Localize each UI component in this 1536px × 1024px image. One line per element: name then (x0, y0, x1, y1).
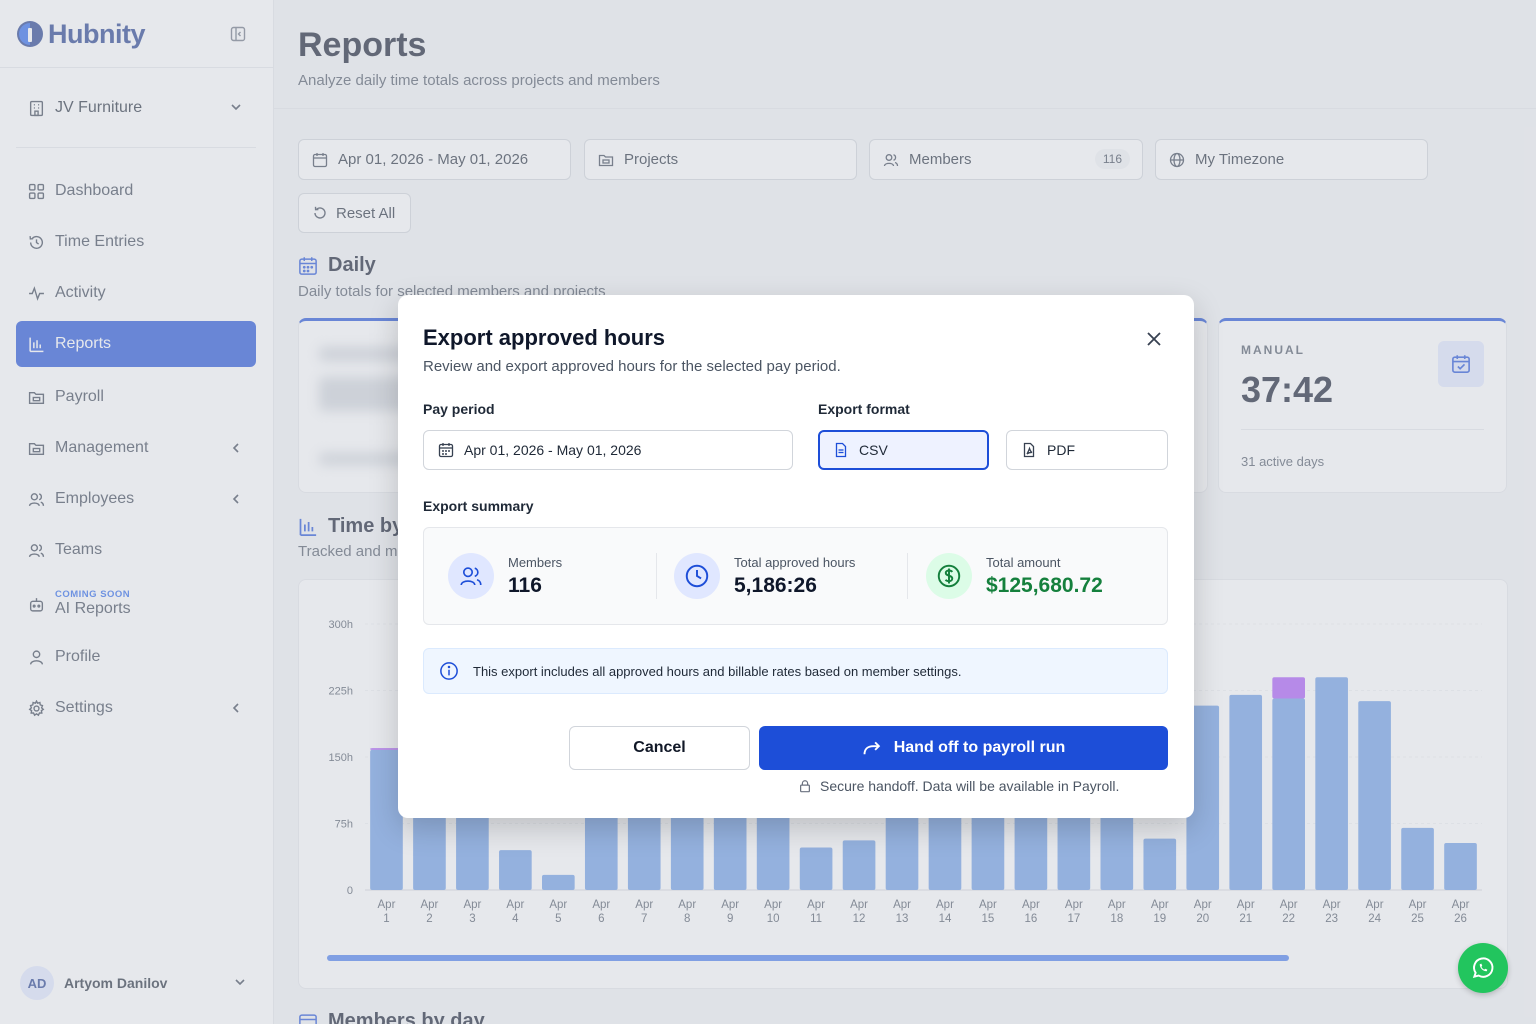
hours-label: Total approved hours (734, 554, 856, 570)
summary-divider (907, 553, 908, 599)
file-text-icon (835, 442, 847, 458)
clock-icon (674, 553, 720, 599)
file-pdf-icon (1023, 442, 1035, 458)
cancel-button[interactable]: Cancel (569, 726, 750, 770)
export-summary-label: Export summary (423, 498, 534, 514)
modal-subtitle: Review and export approved hours for the… (423, 358, 841, 375)
info-icon (440, 662, 458, 680)
summary-amount: Total amount $125,680.72 (926, 553, 1103, 599)
export-format-label: Export format (818, 401, 910, 417)
info-text: This export includes all approved hours … (473, 663, 962, 679)
format-pdf-option[interactable]: PDF (1006, 430, 1168, 470)
secure-handoff-note: Secure handoff. Data will be available i… (798, 778, 1119, 794)
whatsapp-chat-button[interactable] (1458, 943, 1508, 993)
hand-off-label: Hand off to payroll run (893, 739, 1066, 756)
dollar-icon (926, 553, 972, 599)
amount-value: $125,680.72 (986, 573, 1103, 597)
close-icon[interactable] (1142, 327, 1166, 351)
format-csv-option[interactable]: CSV (818, 430, 989, 470)
summary-divider (656, 553, 657, 599)
format-pdf-label: PDF (1047, 442, 1075, 458)
lock-icon (800, 780, 810, 793)
hours-value: 5,186:26 (734, 573, 817, 597)
calendar-icon (438, 443, 454, 458)
pay-period-label: Pay period (423, 401, 495, 417)
info-banner: This export includes all approved hours … (423, 648, 1168, 694)
modal-title: Export approved hours (423, 325, 666, 350)
summary-hours: Total approved hours 5,186:26 (674, 553, 855, 599)
users-icon (448, 553, 494, 599)
members-label: Members (508, 554, 563, 570)
export-approved-hours-modal: Export approved hours Review and export … (398, 295, 1194, 818)
whatsapp-icon (1472, 957, 1494, 979)
format-csv-label: CSV (859, 442, 888, 458)
export-summary-box: Members 116 Total approved hours 5,186:2… (423, 527, 1168, 625)
amount-label: Total amount (986, 554, 1061, 570)
secure-note-text: Secure handoff. Data will be available i… (820, 778, 1120, 794)
pay-period-field[interactable]: Apr 01, 2026 - May 01, 2026 (423, 430, 793, 470)
members-value: 116 (508, 573, 542, 597)
hand-off-to-payroll-button[interactable]: Hand off to payroll run (759, 726, 1168, 770)
summary-members: Members 116 (448, 553, 562, 599)
share-forward-icon (863, 741, 880, 755)
pay-period-value: Apr 01, 2026 - May 01, 2026 (464, 442, 642, 458)
